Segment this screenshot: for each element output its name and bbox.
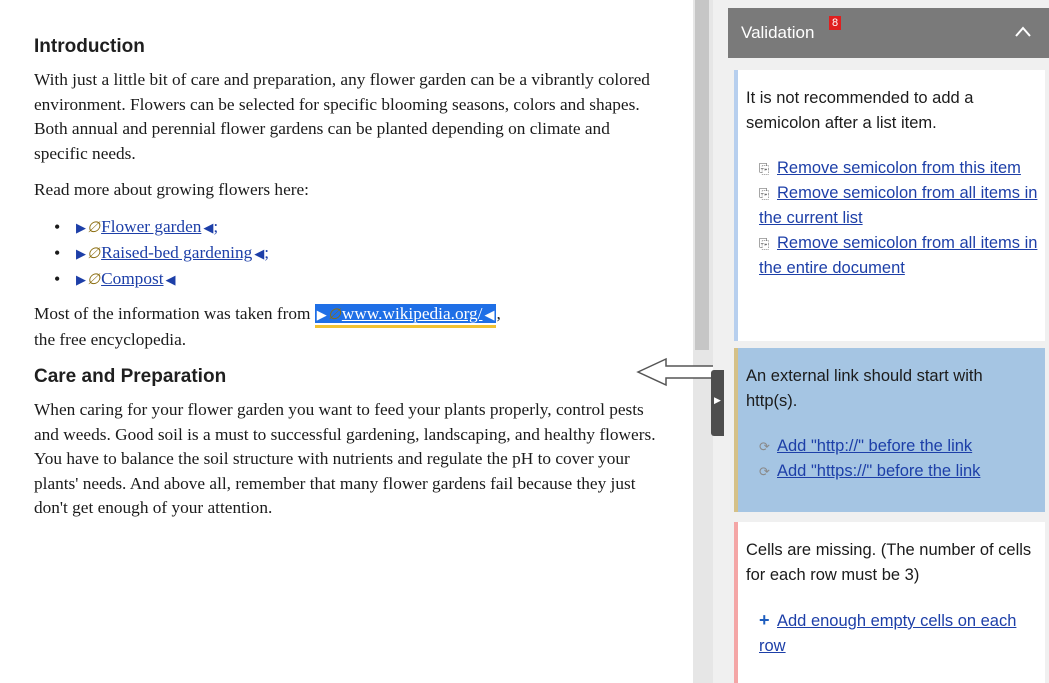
validation-message: It is not recommended to add a semicolon… [746, 89, 974, 132]
link-pin-icon: ∅ [87, 219, 101, 236]
tag-start-icon[interactable]: ▶ [317, 307, 327, 322]
chevron-right-icon: ▶ [714, 396, 721, 406]
text-fix-icon: ⎘ [759, 236, 770, 251]
paragraph-intro: With just a little bit of care and prepa… [34, 70, 650, 163]
tag-end-icon[interactable]: ◀ [166, 272, 176, 287]
link-list: ▶∅Flower garden◀; ▶∅Raised-bed gardening… [54, 215, 693, 293]
action-label: Add "https://" before the link [777, 462, 981, 480]
source-text-line2: the free encyclopedia. [34, 329, 187, 349]
link-raised-bed-gardening[interactable]: Raised-bed gardening [101, 243, 252, 262]
heading-introduction: Introduction [34, 36, 145, 57]
validation-card-cells-missing[interactable]: Cells are missing. (The number of cells … [734, 522, 1045, 683]
paragraph-care: When caring for your flower garden you w… [34, 400, 656, 517]
validation-count-badge: 8 [829, 16, 842, 30]
validation-actions: ⟳ Add "http://" before the link ⟳ Add "htt… [759, 434, 1045, 484]
paragraph-read-more: Read more about growing flowers here: [34, 180, 309, 199]
validation-title: Validation [741, 23, 815, 42]
chevron-up-icon[interactable] [1013, 22, 1033, 42]
plus-icon: + [759, 610, 770, 630]
editor-scrollbar[interactable] [693, 0, 713, 683]
tag-end-icon[interactable]: ◀ [203, 220, 213, 235]
text-fix-icon: ⎘ [759, 161, 770, 176]
action-add-https[interactable]: ⟳ Add "https://" before the link [759, 459, 1039, 484]
link-pin-icon: ∅ [87, 245, 101, 262]
tag-start-icon[interactable]: ▶ [76, 272, 86, 287]
tag-end-icon[interactable]: ◀ [484, 307, 494, 322]
list-item: ▶∅Raised-bed gardening◀; [54, 241, 693, 267]
action-add-http[interactable]: ⟳ Add "http://" before the link [759, 434, 1039, 459]
validation-panel: Validation 8 It is not recommended to ad… [713, 0, 1049, 683]
validation-card-external-link[interactable]: An external link should start with http(… [734, 348, 1045, 512]
action-label: Add enough empty cells on each row [759, 612, 1017, 655]
document-editor[interactable]: Introduction With just a little bit of c… [0, 0, 693, 683]
action-remove-semicolon-document[interactable]: ⎘ Remove semicolon from all items in the … [759, 231, 1039, 281]
action-add-empty-cells[interactable]: + Add enough empty cells on each row [759, 608, 1039, 659]
action-label: Remove semicolon from all items in the e… [759, 234, 1038, 277]
link-fix-icon: ⟳ [759, 464, 770, 479]
list-item: ▶∅Compost◀ [54, 267, 693, 293]
action-label: Add "http://" before the link [777, 437, 973, 455]
validation-message: Cells are missing. (The number of cells … [746, 541, 1032, 584]
validation-actions: + Add enough empty cells on each row [759, 608, 1045, 659]
link-fix-icon: ⟳ [759, 439, 770, 454]
validation-actions: ⎘ Remove semicolon from this item ⎘ Remove… [759, 156, 1045, 281]
action-label: Remove semicolon from this item [777, 159, 1021, 177]
source-text: Most of the information was taken from [34, 303, 315, 323]
validation-message: An external link should start with http(… [746, 367, 983, 410]
action-remove-semicolon-list[interactable]: ⎘ Remove semicolon from all items in the … [759, 181, 1039, 231]
action-remove-semicolon-item[interactable]: ⎘ Remove semicolon from this item [759, 156, 1039, 181]
tag-start-icon[interactable]: ▶ [76, 220, 86, 235]
text-fix-icon: ⎘ [759, 186, 770, 201]
tag-end-icon[interactable]: ◀ [254, 246, 264, 261]
list-suffix: ; [264, 242, 270, 262]
link-wikipedia[interactable]: www.wikipedia.org/ [342, 304, 483, 323]
list-item: ▶∅Flower garden◀; [54, 215, 693, 241]
validation-card-semicolon[interactable]: It is not recommended to add a semicolon… [734, 70, 1045, 341]
action-label: Remove semicolon from all items in the c… [759, 184, 1038, 227]
link-compost[interactable]: Compost [101, 269, 163, 288]
source-comma: , [496, 303, 501, 323]
panel-collapse-tab[interactable]: ▶ [711, 370, 724, 436]
paragraph-source: Most of the information was taken from ▶… [34, 302, 664, 353]
tag-start-icon[interactable]: ▶ [76, 246, 86, 261]
scrollbar-thumb[interactable] [695, 0, 709, 350]
heading-care-preparation: Care and Preparation [34, 366, 227, 387]
link-pin-icon: ∅ [327, 306, 341, 323]
list-suffix: ; [213, 216, 219, 236]
link-pin-icon: ∅ [87, 271, 101, 288]
validation-header[interactable]: Validation 8 [728, 8, 1049, 58]
link-flower-garden[interactable]: Flower garden [101, 217, 201, 236]
highlighted-link[interactable]: ▶∅www.wikipedia.org/◀ [314, 303, 497, 328]
